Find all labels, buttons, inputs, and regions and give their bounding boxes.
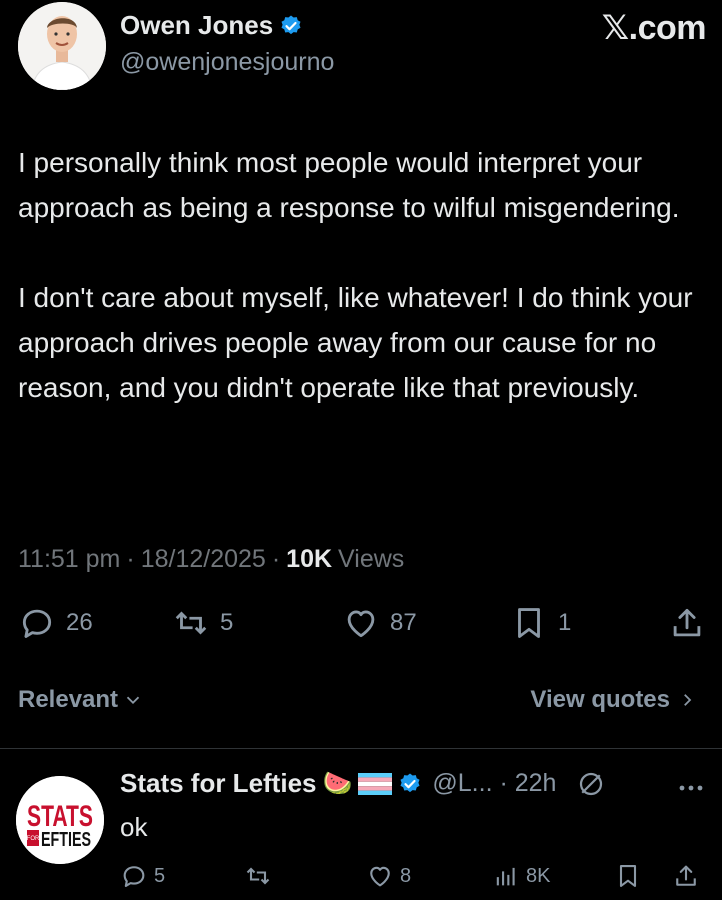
chevron-right-icon	[684, 694, 692, 706]
trans-flag-icon	[358, 772, 393, 795]
tweet-meta: 11:51 pm · 18/12/2025 · 10K Views	[18, 545, 404, 574]
bookmark-icon	[619, 865, 637, 887]
repost-button[interactable]: 5	[172, 604, 233, 642]
verified-badge-icon	[400, 773, 420, 792]
views-label: Views	[338, 545, 405, 573]
view-quotes-link[interactable]: View quotes	[530, 686, 696, 714]
reply-views-button[interactable]: 8K	[492, 862, 550, 890]
svg-text:FOR: FOR	[27, 836, 40, 842]
watermelon-emoji: 🍉	[322, 770, 353, 797]
author-photo-icon	[18, 2, 106, 90]
heart-icon	[370, 866, 390, 887]
tweet-action-bar: 26 5 87 1	[16, 604, 706, 648]
sort-relevant-dropdown[interactable]: Relevant	[18, 686, 144, 714]
bookmark-count: 1	[558, 609, 572, 636]
svg-text:EFTIES: EFTIES	[41, 829, 91, 851]
reply-icon	[22, 609, 52, 638]
verified-badge-icon	[281, 15, 301, 34]
tweet-time[interactable]: 11:51 pm	[18, 545, 120, 574]
meta-separator: ·	[271, 545, 281, 573]
reply-like-button[interactable]: 8	[366, 862, 411, 890]
reply-count: 26	[66, 609, 93, 636]
tweet-paragraph: I don't care about myself, like whatever…	[18, 282, 693, 403]
heart-icon	[347, 610, 375, 638]
reply-views-count: 8K	[526, 864, 551, 887]
reply-author-row: Stats for Lefties 🍉 @L... · 22h	[120, 768, 606, 799]
views-chart-icon	[496, 867, 515, 886]
reply-icon	[123, 866, 145, 887]
bookmark-icon	[518, 608, 540, 638]
brand-logo: 𝕏.com	[601, 9, 707, 47]
reply-author-name[interactable]: Stats for Lefties	[120, 768, 317, 799]
tweet-paragraph: I personally think most people would int…	[18, 147, 680, 223]
reply-action-bar: 5 8 8K	[120, 862, 706, 892]
like-count: 87	[390, 609, 417, 636]
reply-like-count: 8	[400, 864, 412, 887]
author-name-row: Owen Jones	[120, 10, 303, 41]
bookmark-button[interactable]: 1	[510, 604, 571, 642]
share-icon	[676, 865, 696, 886]
author-avatar[interactable]	[18, 2, 106, 90]
reply-repost-button[interactable]	[244, 862, 272, 890]
edited-icon	[580, 772, 603, 795]
repost-count: 5	[220, 609, 234, 636]
stats-for-lefties-logo-icon: STATS FOR EFTIES	[16, 776, 104, 864]
reply-text: ok	[120, 812, 148, 842]
more-options-button[interactable]	[678, 780, 704, 798]
divider	[0, 748, 722, 749]
share-button[interactable]	[668, 604, 706, 642]
reply-reply-count: 5	[154, 864, 166, 887]
reply-bookmark-button[interactable]	[614, 862, 642, 890]
reply-avatar[interactable]: STATS FOR EFTIES	[16, 776, 104, 864]
meta-separator: ·	[126, 545, 135, 573]
reply-reply-button[interactable]: 5	[120, 862, 165, 890]
tweet-text: I personally think most people would int…	[18, 140, 708, 410]
tweet-date[interactable]: 18/12/2025	[141, 545, 266, 574]
author-handle[interactable]: @owenjonesjourno	[120, 48, 334, 77]
author-name[interactable]: Owen Jones	[120, 10, 273, 41]
share-icon	[673, 608, 701, 637]
more-icon	[679, 785, 703, 791]
tweet-header: Owen Jones @owenjonesjourno 𝕏.com	[16, 0, 707, 96]
repost-icon	[246, 867, 270, 885]
repost-icon	[175, 611, 207, 635]
reply-button[interactable]: 26	[18, 604, 93, 642]
sort-label: Relevant	[18, 686, 119, 713]
view-quotes-label: View quotes	[530, 686, 670, 713]
views-count: 10K	[286, 545, 333, 573]
replies-sort-bar: Relevant View quotes	[18, 686, 706, 726]
reply-tweet[interactable]: STATS FOR EFTIES Stats for Lefties 🍉 @L.…	[0, 750, 722, 900]
reply-handle-time[interactable]: @L... · 22h	[432, 769, 556, 798]
reply-share-button[interactable]	[672, 862, 700, 890]
chevron-down-icon	[126, 696, 140, 705]
like-button[interactable]: 87	[342, 604, 417, 642]
